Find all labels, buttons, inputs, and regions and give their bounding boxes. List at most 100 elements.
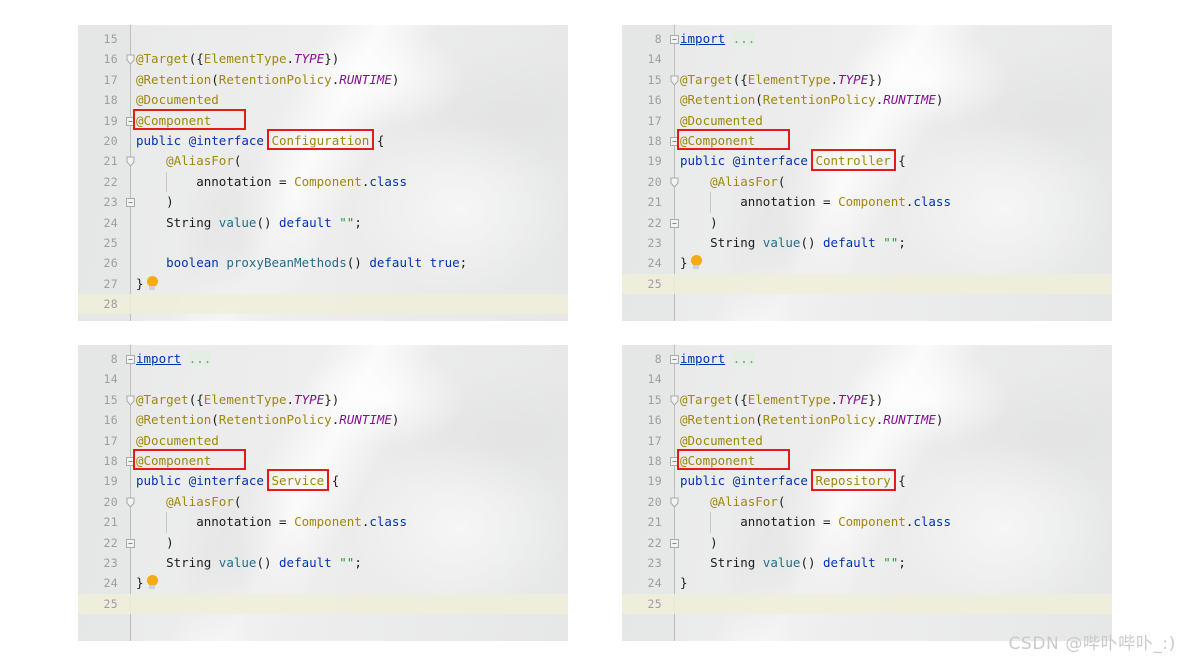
fold-arrow-icon[interactable] bbox=[669, 395, 680, 406]
line-number[interactable]: 17 bbox=[622, 431, 662, 451]
code-line[interactable]: 15 @Target({ElementType.TYPE}) bbox=[622, 70, 1112, 90]
line-number[interactable]: 18 bbox=[622, 131, 662, 151]
line-number[interactable]: 25 bbox=[78, 594, 118, 614]
line-number[interactable]: 18 bbox=[78, 90, 118, 110]
code-panel-repository[interactable]: 8 import ... 14 15 @Target({ElementType.TYPE… bbox=[622, 345, 1112, 641]
line-number[interactable]: 22 bbox=[78, 533, 118, 553]
line-number[interactable]: 15 bbox=[78, 29, 118, 49]
fold-collapse-icon[interactable] bbox=[669, 538, 680, 549]
fold-arrow-icon[interactable] bbox=[669, 75, 680, 86]
fold-arrow-icon[interactable] bbox=[125, 54, 136, 66]
line-number[interactable]: 16 bbox=[622, 90, 662, 110]
code-line[interactable]: 8 import ... bbox=[622, 29, 1112, 49]
code-line[interactable]: 18 @Documented bbox=[78, 90, 568, 110]
line-number[interactable]: 27 bbox=[78, 274, 118, 294]
line-number[interactable]: 16 bbox=[78, 49, 118, 69]
code-line[interactable]: 14 bbox=[622, 369, 1112, 389]
code-line[interactable]: 21 annotation = Component.class bbox=[78, 512, 568, 533]
fold-collapse-icon[interactable] bbox=[669, 456, 680, 467]
code-line[interactable]: 23 String value() default ""; bbox=[622, 553, 1112, 573]
code-line[interactable]: 19 public @interface Controller { bbox=[622, 151, 1112, 171]
code-line[interactable]: 20 @AliasFor( bbox=[622, 492, 1112, 512]
line-number[interactable]: 16 bbox=[78, 410, 118, 430]
line-number[interactable]: 21 bbox=[78, 151, 118, 171]
intention-lightbulb-icon[interactable] bbox=[146, 575, 159, 590]
code-line[interactable]: 25 bbox=[78, 593, 568, 615]
code-line[interactable]: 17 @Documented bbox=[622, 431, 1112, 451]
line-number[interactable]: 15 bbox=[78, 390, 118, 410]
line-number[interactable]: 23 bbox=[622, 553, 662, 573]
line-number[interactable]: 17 bbox=[78, 431, 118, 451]
code-line[interactable]: 24 String value() default ""; bbox=[78, 213, 568, 233]
line-number[interactable]: 24 bbox=[78, 213, 118, 233]
line-number[interactable]: 20 bbox=[78, 131, 118, 151]
line-number[interactable]: 14 bbox=[78, 369, 118, 389]
line-number[interactable]: 8 bbox=[622, 349, 662, 369]
line-number[interactable]: 22 bbox=[78, 172, 118, 192]
code-line[interactable]: 17 @Documented bbox=[622, 111, 1112, 131]
code-line[interactable]: 22 ) bbox=[78, 533, 568, 553]
line-number[interactable]: 17 bbox=[622, 111, 662, 131]
fold-collapse-icon[interactable] bbox=[125, 354, 136, 365]
fold-arrow-icon[interactable] bbox=[125, 156, 136, 168]
code-line[interactable]: 25 bbox=[622, 273, 1112, 295]
code-line[interactable]: 21 annotation = Component.class bbox=[622, 192, 1112, 213]
code-line[interactable]: 19 public @interface Service { bbox=[78, 471, 568, 491]
code-line[interactable]: 17 @Documented bbox=[78, 431, 568, 451]
code-line[interactable]: 25 bbox=[622, 593, 1112, 615]
code-panel-configuration[interactable]: 15 16 @Target({ElementType.TYPE}) 17 @Retent… bbox=[78, 25, 568, 321]
line-number[interactable]: 17 bbox=[78, 70, 118, 90]
fold-collapse-icon[interactable] bbox=[669, 218, 680, 229]
line-number[interactable]: 20 bbox=[622, 492, 662, 512]
line-number[interactable]: 19 bbox=[78, 471, 118, 491]
line-number[interactable]: 25 bbox=[622, 594, 662, 614]
code-line[interactable]: 21 annotation = Component.class bbox=[622, 512, 1112, 533]
fold-collapse-icon[interactable] bbox=[125, 538, 136, 549]
code-line[interactable]: 27} bbox=[78, 274, 568, 294]
fold-arrow-icon[interactable] bbox=[125, 395, 136, 406]
fold-collapse-icon[interactable] bbox=[669, 34, 680, 45]
code-line[interactable]: 15 @Target({ElementType.TYPE}) bbox=[78, 390, 568, 410]
fold-collapse-icon[interactable] bbox=[669, 354, 680, 365]
line-number[interactable]: 19 bbox=[78, 111, 118, 131]
code-line[interactable]: 21 @AliasFor( bbox=[78, 151, 568, 171]
line-number[interactable]: 25 bbox=[78, 233, 118, 253]
code-line[interactable]: 18 @Component bbox=[622, 451, 1112, 471]
code-line[interactable]: 22 ) bbox=[622, 213, 1112, 233]
code-fold-placeholder[interactable]: ... bbox=[732, 31, 756, 46]
line-number[interactable]: 15 bbox=[622, 390, 662, 410]
line-number[interactable]: 23 bbox=[78, 192, 118, 212]
line-number[interactable]: 8 bbox=[78, 349, 118, 369]
code-panel-service[interactable]: 8 import ... 14 15 @Target({ElementType.TYPE… bbox=[78, 345, 568, 641]
fold-arrow-icon[interactable] bbox=[669, 497, 680, 508]
code-fold-placeholder[interactable]: ... bbox=[188, 351, 212, 366]
code-line[interactable]: 18 @Component bbox=[78, 451, 568, 471]
code-line[interactable]: 20 @AliasFor( bbox=[622, 172, 1112, 192]
line-number[interactable]: 21 bbox=[622, 512, 662, 532]
code-line[interactable]: 18 @Component bbox=[622, 131, 1112, 151]
fold-arrow-icon[interactable] bbox=[669, 177, 680, 188]
code-line[interactable]: 23 String value() default ""; bbox=[622, 233, 1112, 253]
code-line[interactable]: 8 import ... bbox=[622, 349, 1112, 369]
line-number[interactable]: 22 bbox=[622, 213, 662, 233]
code-line[interactable]: 16 @Retention(RetentionPolicy.RUNTIME) bbox=[622, 410, 1112, 430]
fold-collapse-icon[interactable] bbox=[125, 197, 136, 208]
line-number[interactable]: 21 bbox=[622, 192, 662, 212]
code-panel-controller[interactable]: 8 import ... 14 15 @Target({ElementType.TYPE… bbox=[622, 25, 1112, 321]
code-line[interactable]: 24} bbox=[622, 253, 1112, 273]
line-number[interactable]: 25 bbox=[622, 274, 662, 294]
line-number[interactable]: 8 bbox=[622, 29, 662, 49]
line-number[interactable]: 20 bbox=[78, 492, 118, 512]
line-number[interactable]: 23 bbox=[78, 553, 118, 573]
intention-lightbulb-icon[interactable] bbox=[146, 275, 159, 291]
line-number[interactable]: 21 bbox=[78, 512, 118, 532]
code-line[interactable]: 16 @Target({ElementType.TYPE}) bbox=[78, 49, 568, 69]
line-number[interactable]: 18 bbox=[78, 451, 118, 471]
code-line[interactable]: 20 @AliasFor( bbox=[78, 492, 568, 512]
line-number[interactable]: 23 bbox=[622, 233, 662, 253]
line-number[interactable]: 16 bbox=[622, 410, 662, 430]
code-line[interactable]: 15 bbox=[78, 29, 568, 49]
code-line[interactable]: 8 import ... bbox=[78, 349, 568, 369]
line-number[interactable]: 19 bbox=[622, 471, 662, 491]
fold-collapse-icon[interactable] bbox=[669, 136, 680, 147]
